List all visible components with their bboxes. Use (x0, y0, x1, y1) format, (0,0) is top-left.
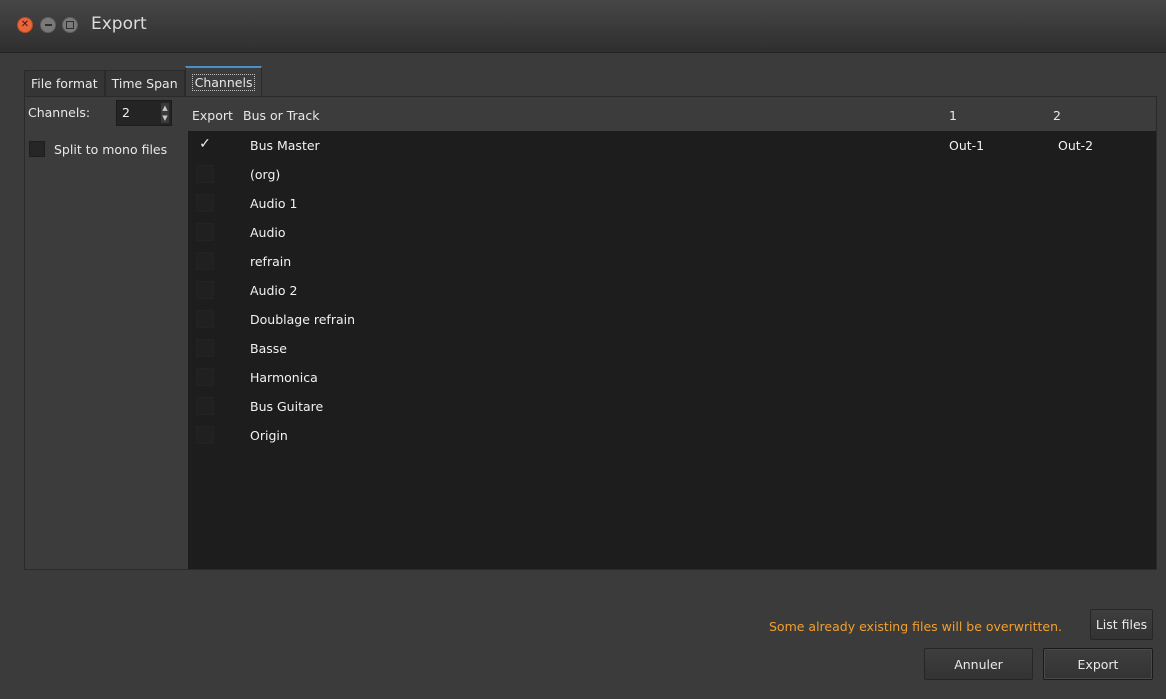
table-row[interactable]: Audio 1 (188, 189, 1156, 218)
export-checkbox[interactable] (196, 310, 214, 328)
output-2[interactable]: Out-2 (1058, 138, 1093, 153)
track-name: Basse (250, 341, 287, 356)
column-header-export[interactable]: Export (192, 108, 233, 123)
maximize-icon (66, 21, 74, 29)
track-name: Doublage refrain (250, 312, 356, 327)
close-window-button[interactable]: ✕ (17, 17, 33, 33)
table-row[interactable]: Origin (188, 421, 1156, 450)
track-name: Audio 2 (250, 283, 298, 298)
export-dialog: ✕ Export File format Time Span Channels … (0, 0, 1166, 699)
table-row[interactable]: Bus Guitare (188, 392, 1156, 421)
table-header: Export Bus or Track 1 2 (188, 97, 1156, 131)
column-header-1[interactable]: 1 (949, 108, 957, 123)
tab-channels[interactable]: Channels (184, 66, 263, 96)
split-to-mono-label: Split to mono files (54, 141, 168, 157)
title-bar: ✕ Export (0, 0, 1166, 53)
minimize-window-button[interactable] (40, 17, 56, 33)
export-checkbox[interactable] (196, 426, 214, 444)
track-name: Bus Guitare (250, 399, 324, 414)
channels-spinbox[interactable]: 2 ▲ ▼ (116, 100, 172, 126)
tab-label: Channels (191, 73, 256, 91)
table-row[interactable]: ✓ Bus Master Out-1 Out-2 (188, 131, 1156, 160)
tab-label: Time Span (111, 76, 178, 91)
export-checkbox[interactable] (196, 194, 214, 212)
split-to-mono-option[interactable]: Split to mono files (29, 141, 167, 157)
table-row[interactable]: Doublage refrain (188, 305, 1156, 334)
track-name: Harmonica (250, 370, 318, 385)
column-header-bus-or-track[interactable]: Bus or Track (243, 108, 319, 123)
close-icon: ✕ (20, 19, 30, 30)
export-channels-table: Export Bus or Track 1 2 ✓ Bus Master Out… (188, 97, 1156, 569)
table-body: ✓ Bus Master Out-1 Out-2 (org) Audio 1 A… (188, 131, 1156, 569)
table-row[interactable]: Audio 2 (188, 276, 1156, 305)
tab-file-format[interactable]: File format (24, 70, 105, 96)
channels-panel: Channels: 2 ▲ ▼ Split to mono files Expor… (24, 96, 1157, 570)
window-title: Export (91, 14, 147, 34)
spin-arrows-icon[interactable]: ▲ ▼ (161, 103, 169, 123)
channels-label: Channels: (28, 105, 91, 120)
export-checkbox[interactable] (196, 223, 214, 241)
channels-value: 2 (122, 105, 130, 120)
maximize-window-button[interactable] (62, 17, 78, 33)
tab-time-span[interactable]: Time Span (104, 70, 185, 96)
output-1[interactable]: Out-1 (949, 138, 984, 153)
export-checkbox[interactable] (196, 252, 214, 270)
tab-bar: File format Time Span Channels (24, 66, 263, 96)
channel-options: Channels: 2 ▲ ▼ Split to mono files (25, 97, 188, 569)
table-row[interactable]: Harmonica (188, 363, 1156, 392)
export-checkbox[interactable] (196, 165, 214, 183)
minimize-icon (44, 24, 52, 26)
track-name: Audio (250, 225, 286, 240)
track-name: (org) (250, 167, 281, 182)
list-files-button[interactable]: List files (1090, 609, 1153, 640)
table-row[interactable]: refrain (188, 247, 1156, 276)
track-name: Audio 1 (250, 196, 298, 211)
split-to-mono-checkbox[interactable] (29, 141, 45, 157)
track-name: refrain (250, 254, 292, 269)
column-header-2[interactable]: 2 (1053, 108, 1061, 123)
export-checkbox[interactable]: ✓ (196, 136, 214, 154)
track-name: Origin (250, 428, 288, 443)
table-row[interactable]: Basse (188, 334, 1156, 363)
cancel-button[interactable]: Annuler (924, 648, 1033, 680)
export-checkbox[interactable] (196, 339, 214, 357)
export-checkbox[interactable] (196, 368, 214, 386)
overwrite-warning: Some already existing files will be over… (769, 619, 1062, 634)
tab-label: File format (31, 76, 98, 91)
table-row[interactable]: (org) (188, 160, 1156, 189)
track-name: Bus Master (250, 138, 320, 153)
export-checkbox[interactable] (196, 397, 214, 415)
table-row[interactable]: Audio (188, 218, 1156, 247)
export-button[interactable]: Export (1043, 648, 1153, 680)
export-checkbox[interactable] (196, 281, 214, 299)
